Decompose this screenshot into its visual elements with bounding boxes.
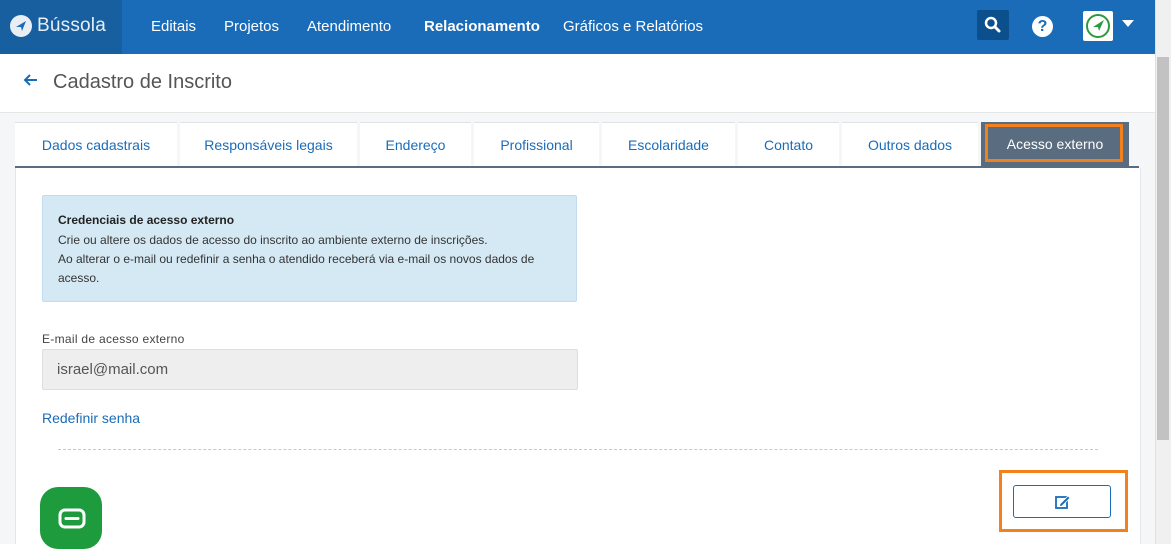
divider (58, 449, 1098, 450)
nav-item-editais[interactable]: Editais (151, 18, 196, 35)
reset-password-link[interactable]: Redefinir senha (42, 410, 140, 426)
highlight-box-tab (985, 124, 1123, 162)
tab-outros-dados[interactable]: Outros dados (842, 122, 978, 167)
back-arrow-icon[interactable] (22, 70, 40, 90)
scrollbar-thumb[interactable] (1157, 57, 1169, 440)
email-label: E-mail de acesso externo (42, 332, 185, 346)
info-line-2: Ao alterar o e-mail ou redefinir a senha… (58, 252, 535, 266)
nav-item-relacionamento[interactable]: Relacionamento (424, 18, 540, 35)
compass-icon (10, 15, 32, 37)
user-avatar[interactable] (1083, 11, 1113, 41)
tab-responsaveis-legais[interactable]: Responsáveis legais (180, 122, 357, 167)
info-title: Credenciais de acesso externo (58, 213, 235, 227)
tab-dados-cadastrais[interactable]: Dados cadastrais (15, 122, 177, 167)
chat-icon (58, 508, 86, 529)
search-button[interactable] (977, 10, 1009, 40)
info-box (42, 195, 577, 302)
search-icon (984, 16, 1001, 33)
app-logo[interactable]: Bússola (0, 0, 122, 54)
compass-avatar-icon (1086, 14, 1110, 38)
chat-button[interactable] (40, 487, 102, 549)
tab-escolaridade[interactable]: Escolaridade (602, 122, 735, 167)
info-line-3: acesso. (58, 271, 100, 285)
app-name: Bússola (37, 15, 106, 36)
tab-profissional[interactable]: Profissional (474, 122, 599, 167)
help-button[interactable]: ? (1032, 16, 1053, 37)
info-line-1: Crie ou altere os dados de acesso do ins… (58, 233, 488, 247)
email-field[interactable] (42, 349, 578, 390)
chevron-down-icon[interactable] (1122, 20, 1134, 27)
nav-item-graficos-relatorios[interactable]: Gráficos e Relatórios (563, 18, 703, 35)
nav-item-projetos[interactable]: Projetos (224, 18, 279, 35)
highlight-box-edit (999, 470, 1128, 532)
tab-contato[interactable]: Contato (738, 122, 839, 167)
page-title: Cadastro de Inscrito (53, 71, 232, 93)
tab-endereco[interactable]: Endereço (360, 122, 471, 167)
nav-item-atendimento[interactable]: Atendimento (307, 18, 391, 35)
